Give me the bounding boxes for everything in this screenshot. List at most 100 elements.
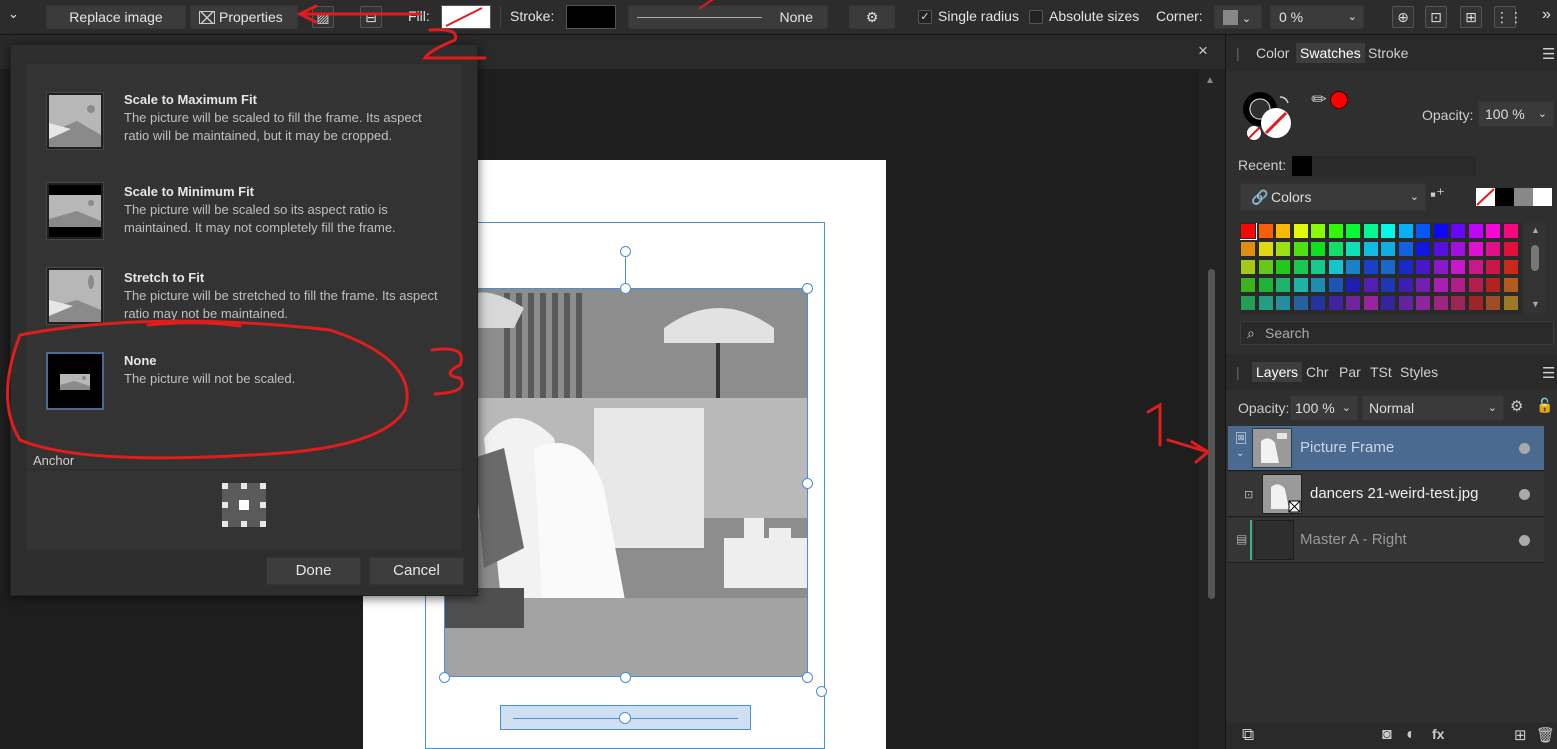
swatch-cell[interactable]: [1467, 259, 1484, 275]
fit-frame-icon[interactable]: ⊟: [360, 6, 382, 28]
black-swatch[interactable]: [1495, 188, 1514, 206]
swatch-cell[interactable]: [1240, 223, 1257, 240]
slider-thumb[interactable]: [619, 712, 631, 724]
swatch-cell[interactable]: [1310, 223, 1326, 239]
swatch-cell[interactable]: [1415, 223, 1431, 239]
cancel-button[interactable]: Cancel: [369, 557, 464, 585]
swatch-cell[interactable]: [1380, 223, 1396, 239]
swatch-cell[interactable]: [1502, 259, 1519, 275]
swatch-cell[interactable]: [1432, 241, 1449, 257]
visibility-dot[interactable]: [1519, 489, 1530, 500]
swatch-cell[interactable]: [1397, 295, 1414, 311]
scale-max-fit-title[interactable]: Scale to Maximum Fit: [124, 92, 257, 107]
swatch-cell[interactable]: [1292, 223, 1309, 239]
swatch-cell[interactable]: [1485, 295, 1501, 311]
gear-icon[interactable]: ⚙: [1510, 397, 1523, 415]
layer-name[interactable]: dancers 21-weird-test.jpg: [1310, 485, 1478, 502]
swatch-cell[interactable]: [1310, 277, 1326, 293]
align-center-icon[interactable]: ⊡: [1425, 6, 1447, 28]
swatch-cell[interactable]: [1502, 295, 1519, 311]
swatch-cell[interactable]: [1275, 223, 1291, 239]
no-scale-title[interactable]: None: [124, 353, 157, 368]
swatch-cell[interactable]: [1450, 295, 1466, 311]
swatch-cell[interactable]: [1362, 259, 1379, 275]
swatch-cell[interactable]: [1292, 259, 1309, 275]
swatch-cell[interactable]: [1327, 241, 1344, 257]
toolbar-collapse-icon[interactable]: ⌄: [8, 6, 19, 22]
swatch-cell[interactable]: [1292, 295, 1309, 311]
adjustment-icon[interactable]: ◐: [1406, 726, 1416, 744]
swatch-cell[interactable]: [1467, 223, 1484, 239]
swatch-cell[interactable]: [1467, 295, 1484, 311]
swatch-cell[interactable]: [1502, 223, 1519, 239]
color-opacity-field[interactable]: 100 % ⌄: [1478, 101, 1554, 127]
handle-top-right[interactable]: [802, 283, 813, 294]
swatch-cell[interactable]: [1310, 259, 1326, 275]
layer-opacity-field[interactable]: 100 % ⌄: [1290, 395, 1358, 421]
handle-mid-right[interactable]: [802, 478, 813, 489]
white-swatch[interactable]: [1533, 188, 1552, 206]
swatch-cell[interactable]: [1257, 223, 1274, 239]
swatch-cell[interactable]: [1380, 295, 1396, 311]
crop-image-icon[interactable]: ▨: [312, 6, 334, 28]
swatch-cell[interactable]: [1397, 277, 1414, 293]
swatch-cell[interactable]: [1345, 223, 1361, 239]
scroll-down-icon[interactable]: ▼: [1531, 299, 1540, 309]
swatch-cell[interactable]: [1345, 277, 1361, 293]
arrange-layers-icon[interactable]: ⧉: [1242, 725, 1254, 745]
rotation-handle[interactable]: [620, 246, 631, 257]
add-layer-icon[interactable]: ⊞: [1514, 726, 1527, 744]
swatch-cell[interactable]: [1275, 259, 1291, 275]
no-scale-thumbnail[interactable]: [46, 352, 104, 410]
scroll-up-icon[interactable]: ▲: [1205, 75, 1215, 86]
swatch-cell[interactable]: [1467, 241, 1484, 257]
swatch-cell[interactable]: [1380, 277, 1396, 293]
stroke-style-dropdown[interactable]: None: [628, 5, 828, 29]
trash-icon[interactable]: 🗑: [1536, 726, 1555, 744]
swatch-cell[interactable]: [1450, 223, 1466, 239]
image-scale-slider[interactable]: [500, 705, 751, 730]
absolute-sizes-checkbox[interactable]: [1029, 10, 1043, 24]
properties-button[interactable]: Properties: [190, 5, 298, 29]
layer-row-picture-frame[interactable]: ⊠ ⌄ Picture Frame: [1228, 426, 1544, 471]
swatch-grid[interactable]: [1240, 223, 1522, 315]
swatch-cell[interactable]: [1397, 223, 1414, 239]
swatch-cell[interactable]: [1292, 241, 1309, 257]
panel-menu-icon[interactable]: ☰: [1542, 45, 1555, 63]
replace-image-button[interactable]: Replace image: [46, 5, 186, 29]
handle-bottom-left[interactable]: [439, 672, 450, 683]
swatch-cell[interactable]: [1485, 223, 1501, 239]
gear-icon[interactable]: ⚙: [849, 5, 895, 29]
layer-name[interactable]: Master A - Right: [1300, 531, 1407, 548]
tab-character[interactable]: Chr: [1306, 364, 1329, 380]
swatch-cell[interactable]: [1240, 295, 1256, 311]
swatch-cell[interactable]: [1397, 241, 1414, 257]
swatch-cell[interactable]: [1485, 259, 1501, 275]
swatch-cell[interactable]: [1380, 241, 1396, 257]
tab-color[interactable]: Color: [1256, 45, 1289, 61]
handle-outer-corner[interactable]: [816, 686, 827, 697]
swatch-cell[interactable]: [1275, 277, 1291, 293]
swatch-search-input[interactable]: ⌕ Search: [1240, 321, 1554, 345]
corner-value-dropdown[interactable]: 0 % ⌄: [1270, 5, 1364, 29]
swatch-cell[interactable]: [1275, 295, 1291, 311]
close-document-icon[interactable]: ×: [1198, 41, 1208, 61]
scrollbar-thumb[interactable]: [1531, 245, 1539, 271]
corner-type-dropdown[interactable]: ⌄: [1214, 5, 1262, 29]
swatch-cell[interactable]: [1485, 241, 1501, 257]
panel-grip-icon[interactable]: |: [1236, 364, 1240, 380]
scale-min-fit-thumbnail[interactable]: [46, 182, 104, 240]
swatch-cell[interactable]: [1362, 277, 1379, 293]
layer-row-image[interactable]: ⊡ dancers 21-weird-test.jpg: [1228, 472, 1544, 517]
swatch-cell[interactable]: [1502, 277, 1519, 293]
stretch-fit-thumbnail[interactable]: [46, 267, 104, 325]
swatch-cell[interactable]: [1275, 241, 1291, 257]
swatch-cell[interactable]: [1467, 277, 1484, 293]
swatch-cell[interactable]: [1257, 277, 1274, 293]
swatch-cell[interactable]: [1432, 277, 1449, 293]
anchor-grid[interactable]: [222, 483, 266, 527]
swatch-cell[interactable]: [1327, 295, 1344, 311]
panel-grip-icon[interactable]: |: [1236, 45, 1240, 61]
swatch-cell[interactable]: [1345, 241, 1361, 257]
swatch-cell[interactable]: [1450, 277, 1466, 293]
